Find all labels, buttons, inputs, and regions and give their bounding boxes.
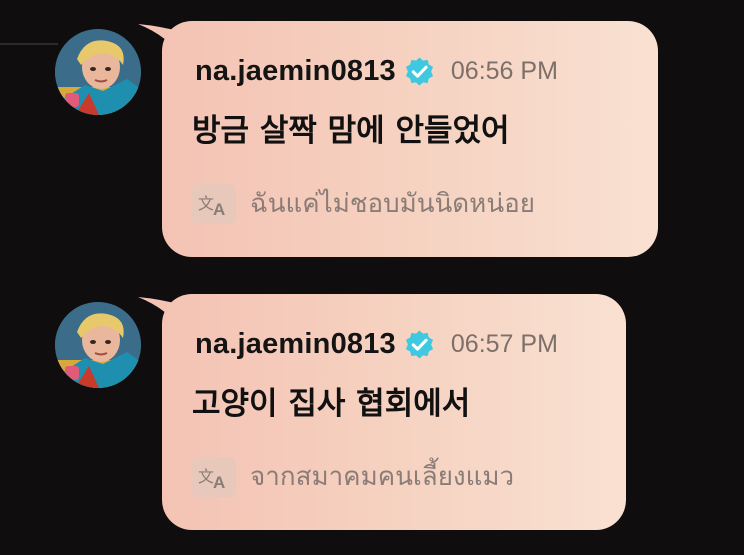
timestamp: 06:56 PM xyxy=(450,57,558,85)
translation-text: จากสมาคมคนเลี้ยงแมว xyxy=(250,462,515,492)
username[interactable]: na.jaemin0813 xyxy=(195,55,396,88)
avatar-image xyxy=(55,302,141,388)
message-header: na.jaemin0813 06:57 PM xyxy=(195,328,558,361)
message-text: 고양이 집사 협회에서 xyxy=(192,386,471,422)
avatar[interactable] xyxy=(55,302,141,388)
message-bubble[interactable]: na.jaemin0813 06:57 PM 고양이 집사 협회에서 文 A จ… xyxy=(162,294,626,530)
translate-icon[interactable]: 文 A xyxy=(192,183,236,224)
translation-row[interactable]: 文 A จากสมาคมคนเลี้ยงแมว xyxy=(192,456,514,497)
svg-text:A: A xyxy=(213,200,225,219)
verified-badge-icon xyxy=(404,329,435,360)
avatar[interactable] xyxy=(55,29,141,115)
divider-line xyxy=(0,43,58,45)
translation-text: ฉันแค่ไม่ชอบมันนิดหน่อย xyxy=(250,189,535,219)
translation-row[interactable]: 文 A ฉันแค่ไม่ชอบมันนิดหน่อย xyxy=(192,183,535,224)
svg-text:文: 文 xyxy=(198,194,214,213)
verified-badge-icon xyxy=(404,56,435,87)
svg-text:文: 文 xyxy=(198,467,214,486)
svg-text:A: A xyxy=(213,473,225,492)
message-bubble[interactable]: na.jaemin0813 06:56 PM 방금 살짝 맘에 안들었어 文 A… xyxy=(162,21,658,257)
message-text: 방금 살짝 맘에 안들었어 xyxy=(192,113,510,149)
message-header: na.jaemin0813 06:56 PM xyxy=(195,55,558,88)
timestamp: 06:57 PM xyxy=(450,330,558,358)
username[interactable]: na.jaemin0813 xyxy=(195,328,396,361)
translate-icon[interactable]: 文 A xyxy=(192,456,236,497)
avatar-image xyxy=(55,29,141,115)
